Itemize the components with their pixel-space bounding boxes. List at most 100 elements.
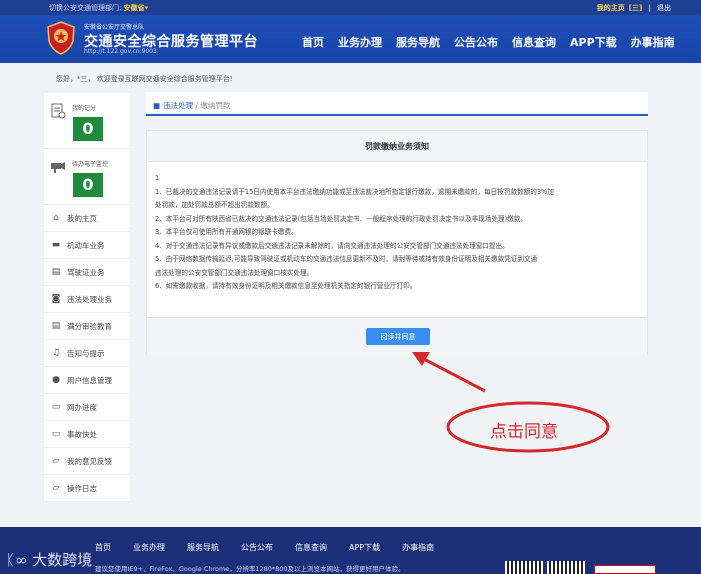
sidebar-item-label: 用户信息管理: [67, 375, 112, 385]
card-icon: ▤: [51, 321, 61, 331]
score-document-icon: [51, 103, 66, 119]
sidebar-item-label: 事故快处: [67, 429, 97, 439]
camera-icon: ◙: [51, 294, 61, 304]
score-label: 我的记分: [72, 105, 97, 112]
notice-line: 3、本平台仅可使用所有开通网银的银联卡缴费。: [155, 228, 298, 236]
feedback-icon: ▱: [52, 456, 60, 466]
notice-title: 罚款缴纳业务须知: [147, 131, 647, 162]
notice-line: 1、已裁决的交通违法记录请于15日内使用本平台违法缴纳功能或至违法裁决地所指定银…: [155, 187, 554, 196]
sidebar-item-license[interactable]: ▤ 驾驶证业务: [44, 259, 130, 286]
nav-service-guide[interactable]: 服务导航: [396, 34, 440, 50]
payment-notice-panel: 罚款缴纳业务须知 1 1、已裁决的交通违法记录请于15日内使用本平台违法缴纳功能…: [146, 130, 648, 355]
qr-code-icon: [505, 561, 543, 574]
chevron-down-icon: ▾: [144, 4, 149, 12]
breadcrumb-parent[interactable]: 违法处理: [163, 101, 193, 110]
annotation-arrow: [421, 356, 486, 393]
car-icon: ▬: [51, 240, 61, 250]
user-links: 我的主页 [三] | 退出: [589, 3, 671, 13]
sidebar-item-feedback[interactable]: ▱ 我的意见反馈: [44, 448, 130, 475]
sidebar-item-label: 违法处理业务: [67, 294, 112, 304]
nav-business[interactable]: 业务办理: [338, 34, 382, 50]
notice-line: 处罚款，加处罚款总额不超出罚款数额。: [155, 201, 274, 209]
sidebar-item-vehicle[interactable]: ▬ 机动车业务: [44, 232, 130, 259]
sidebar-item-label: 机动车业务: [67, 240, 105, 250]
footer-nav-service[interactable]: 服务导航: [187, 542, 219, 553]
footer-nav-app[interactable]: APP下载: [349, 542, 380, 553]
department-switch[interactable]: 切换公安交通管理部门: 安徽省▾: [49, 3, 148, 13]
notice-line: 2、本平台可对所有陕西省已裁决的交通违法记录(包括当场处罚决定书、一般程序处理的…: [155, 214, 527, 223]
footer-nav-guide[interactable]: 办事指南: [402, 542, 434, 553]
my-homepage-label: 我的主页: [596, 4, 625, 12]
footer-nav: 首页 业务办理 服务导航 公告公布 信息查询 APP下载 办事指南: [95, 542, 456, 553]
browser-tip: 建议您使用IE9+、FireFox、Google Chrome，分辨率1280*…: [95, 565, 405, 573]
home-icon: ⌂: [53, 213, 59, 223]
sidebar-item-label: 网办进度: [67, 402, 97, 412]
logout-link[interactable]: 退出: [657, 4, 671, 12]
my-homepage-link[interactable]: 我的主页 [三]: [593, 4, 642, 12]
score-value[interactable]: 0: [73, 117, 103, 141]
read-and-agree-button[interactable]: 阅读并同意: [366, 328, 430, 345]
bell-icon: ♫: [51, 348, 61, 358]
main-nav: 首页 业务办理 服务导航 公告公布 信息查询 APP下载 办事指南: [302, 34, 689, 50]
sidebar-item-label: 我的意见反馈: [67, 456, 112, 466]
username-mask: [三]: [628, 4, 643, 12]
sidebar-item-education[interactable]: ▤ 满分审验教育: [44, 313, 130, 340]
breadcrumb-current: 缴纳罚款: [200, 101, 231, 110]
annotation-click-agree: 点击同意: [490, 422, 558, 442]
progress-icon: ▭: [51, 402, 61, 412]
log-icon: ▱: [52, 483, 60, 493]
sidebar-item-label: 驾驶证业务: [67, 267, 105, 277]
badge-icon: [594, 565, 656, 574]
nav-app-download[interactable]: APP下载: [570, 34, 617, 50]
notice-footer: 阅读并同意: [147, 317, 647, 355]
site-header: 安徽省公安厅交警总队 交通安全综合服务管理平台 http://t.122.gov…: [0, 15, 701, 63]
notice-line: 6、如需缴款收据，请持有效身份证明及相关缴款信息至处理机关指定的银行营业厅打印。: [155, 282, 417, 290]
sidebar-item-label: 我的主页: [67, 213, 97, 223]
watermark: ᛕ∞ 大数跨境: [6, 549, 92, 570]
monitor-value[interactable]: 0: [73, 173, 103, 197]
platform-url: http://t.122.gov.cn:9003: [84, 48, 157, 55]
sidebar: 我的记分 0 待办电子监控 0 ⌂ 我的主页 ▬ 机动车业务 ▤ 驾驶证业务 ◙ 违法处…: [44, 93, 130, 502]
org-name: 安徽省公安厅交警总队: [84, 24, 145, 31]
police-emblem-icon: [47, 21, 75, 55]
footer-nav-business[interactable]: 业务办理: [133, 542, 165, 553]
sidebar-item-label: 操作日志: [67, 483, 97, 493]
monitor-label: 待办电子监控: [72, 161, 109, 168]
sidebar-item-home[interactable]: ⌂ 我的主页: [44, 205, 130, 232]
footer-nav-announce[interactable]: 公告公布: [241, 542, 273, 553]
nav-home[interactable]: 首页: [302, 34, 324, 50]
sidebar-item-log[interactable]: ▱ 操作日志: [44, 475, 130, 502]
sidebar-item-violation[interactable]: ◙ 违法处理业务: [44, 286, 130, 313]
sidebar-item-label: 告知与提示: [67, 348, 105, 358]
top-bar: 切换公安交通管理部门: 安徽省▾ 我的主页 [三] | 退出: [0, 0, 701, 15]
sidebar-item-accident[interactable]: ▭ 事故快处: [44, 421, 130, 448]
sidebar-item-notices[interactable]: ♫ 告知与提示: [44, 340, 130, 367]
notice-line: 违法处理的公安交管部门交通违法处理窗口核实处理。: [155, 268, 314, 277]
separator: |: [648, 4, 651, 12]
sidebar-item-progress[interactable]: ▭ 网办进度: [44, 394, 130, 421]
truck-icon: ■: [153, 101, 161, 110]
watermark-logo-icon: ᛕ∞: [6, 551, 28, 569]
footer-nav-query[interactable]: 信息查询: [295, 542, 327, 553]
nav-announcements[interactable]: 公告公布: [454, 34, 498, 50]
nav-guide[interactable]: 办事指南: [631, 34, 675, 50]
notice-line: 4、对于交通违法记录有异议或缴款后交通违法记录未解除的，请向交通违法处理的公安交…: [155, 241, 509, 250]
user-icon: ●: [52, 375, 60, 385]
department-switch-label: 切换公安交通管理部门:: [49, 4, 122, 12]
notice-line: 5、由于网络数据传输延迟,可能导致驾驶证或机动车的交通违法信息更新不及时，请耐等…: [155, 255, 538, 263]
camera-monitor-icon: [51, 162, 65, 173]
watermark-text: 大数跨境: [32, 551, 93, 569]
breadcrumb: ■ 违法处理 / 缴纳罚款: [146, 92, 648, 116]
license-icon: ▤: [51, 267, 61, 277]
sidebar-item-label: 满分审验教育: [67, 321, 112, 331]
footer-nav-home[interactable]: 首页: [95, 542, 111, 553]
monitor-panel[interactable]: 待办电子监控 0: [44, 149, 130, 205]
nav-query[interactable]: 信息查询: [512, 34, 556, 50]
accident-icon: ▭: [51, 429, 61, 439]
welcome-message: 您好，*三， 欢迎登录互联网交通安全综合服务管理平台!: [56, 75, 233, 83]
sidebar-item-user-info[interactable]: ● 用户信息管理: [44, 367, 130, 394]
province-select[interactable]: 安徽省: [124, 4, 145, 12]
score-panel[interactable]: 我的记分 0: [44, 93, 130, 149]
notice-line: 1: [155, 174, 160, 182]
qr-code-icon: [547, 561, 585, 574]
